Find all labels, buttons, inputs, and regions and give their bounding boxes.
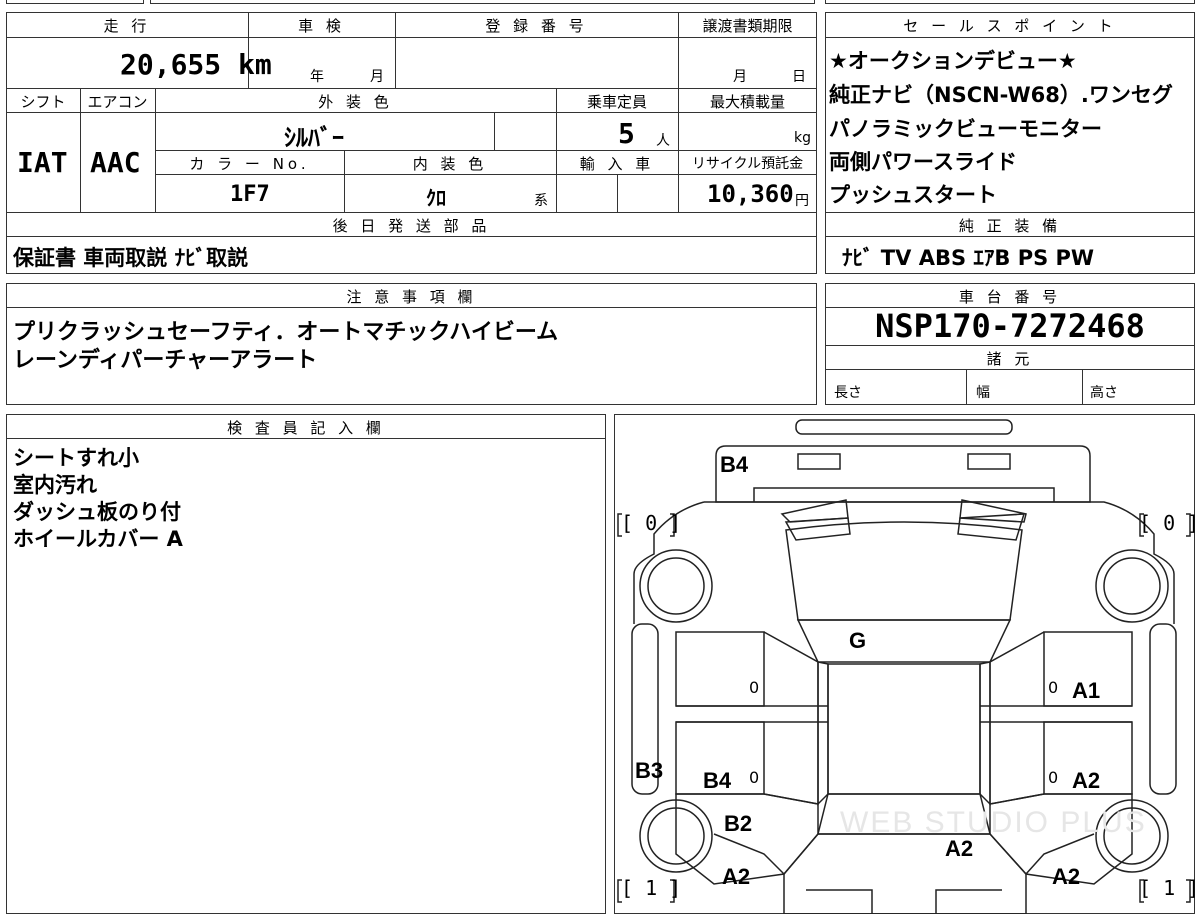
dims-height: 高さ <box>1090 385 1118 401</box>
shift-value: IAT <box>17 146 68 179</box>
mileage-label: 走 行 <box>103 17 151 35</box>
dims-length: 長さ <box>834 385 862 401</box>
capacity-label: 乗車定員 <box>586 93 647 111</box>
zero-left-front-door: 0 <box>749 678 760 697</box>
mark-rear: B4 <box>720 452 749 477</box>
sales-point-5: プッシュスタート <box>829 183 997 207</box>
interior-color-unit: 系 <box>534 193 548 209</box>
top-cutoff-cell <box>150 0 815 4</box>
chassis-label: 車 台 番 号 <box>958 288 1062 306</box>
transfer-deadline-label: 譲渡書類期限 <box>702 17 793 35</box>
mark-right-front-door: A1 <box>1072 678 1101 703</box>
capacity-unit: 人 <box>656 133 670 149</box>
zero-right-rear-door: 0 <box>1048 768 1059 787</box>
ac-value: AAC <box>90 146 141 179</box>
recycle-unit: 円 <box>795 193 809 209</box>
shift-label: シフト <box>20 93 66 111</box>
tire-rear-right: [ 0 ] <box>1139 511 1200 535</box>
watermark: WEB STUDIO PLUS <box>840 806 1147 839</box>
mark-right-front: A2 <box>1052 864 1081 889</box>
inspector-line-1: シートすれ小 <box>13 446 139 470</box>
max-load-unit: kg <box>794 130 811 146</box>
interior-color-value: ｸﾛ <box>426 186 446 210</box>
dims-width: 幅 <box>976 385 990 401</box>
top-cutoff-cell <box>825 0 1195 4</box>
inspection-label: 車 検 <box>298 17 345 35</box>
mark-left-front: A2 <box>722 864 751 889</box>
color-no-label: カ ラ ー No. <box>189 155 310 173</box>
notes-label: 注 意 事 項 欄 <box>346 288 477 306</box>
import-label: 輸 入 車 <box>579 155 655 173</box>
top-cutoff-cell <box>6 0 144 4</box>
later-parts-value: 保証書 車両取説 ﾅﾋﾞ取説 <box>13 246 249 270</box>
chassis-number: NSP170-7272468 <box>875 307 1145 345</box>
color-no-value: 1F7 <box>230 182 270 207</box>
mark-left-rear-door: B4 <box>703 768 732 793</box>
sales-point-3: パノラミックビューモニター <box>829 117 1102 141</box>
mark-right-rear-door: A2 <box>1072 768 1101 793</box>
transfer-day: 日 <box>792 69 806 85</box>
max-load-label: 最大積載量 <box>709 93 785 111</box>
registration-label: 登 録 番 号 <box>485 17 588 35</box>
mark-left-quarter: B3 <box>635 758 664 783</box>
zero-right-front-door: 0 <box>1048 678 1059 697</box>
interior-color-label: 内 装 色 <box>412 155 488 173</box>
notes-line-2: レーンディパーチャーアラート <box>13 348 318 373</box>
inspection-year: 年 <box>310 69 324 85</box>
sales-points-label: セ ー ル ス ポ イ ン ト <box>903 17 1117 35</box>
transfer-month: 月 <box>733 69 747 85</box>
recycle-value: 10,360 <box>707 180 794 208</box>
inspector-line-3: ダッシュ板のり付 <box>13 500 181 524</box>
exterior-color-value: ｼﾙﾊﾞｰ <box>284 124 344 152</box>
tire-front-left: [ 1 ] <box>621 876 682 900</box>
tire-rear-left: [ 0 ] <box>621 511 682 535</box>
exterior-color-label: 外 装 色 <box>318 93 393 111</box>
sales-point-1: ★オークションデビュー★ <box>829 49 1077 73</box>
sales-point-2: 純正ナビ（NSCN-W68）.ワンセグ <box>829 83 1173 107</box>
later-parts-label: 後 日 発 送 部 品 <box>332 217 491 235</box>
equipment-value: ﾅﾋﾞ TV ABS ｴｱB PS PW <box>842 246 1095 270</box>
equipment-label: 純 正 装 備 <box>958 217 1062 235</box>
recycle-label: リサイクル預託金 <box>691 156 804 172</box>
mileage-value: 20,655 km <box>120 48 272 81</box>
inspection-month: 月 <box>370 69 384 85</box>
inspector-label: 検 査 員 記 入 欄 <box>227 419 385 437</box>
tire-front-right: [ 1 ] <box>1139 876 1200 900</box>
mark-left-fender: B2 <box>724 811 753 836</box>
dims-label: 諸 元 <box>986 350 1034 368</box>
capacity-value: 5 <box>618 117 635 150</box>
inspector-line-2: 室内汚れ <box>13 473 97 497</box>
sales-point-4: 両側パワースライド <box>829 150 1017 174</box>
mark-roof: G <box>849 628 867 653</box>
inspector-line-4: ホイールカバー A <box>13 527 183 551</box>
ac-label: エアコン <box>87 93 148 111</box>
zero-left-rear-door: 0 <box>749 768 760 787</box>
